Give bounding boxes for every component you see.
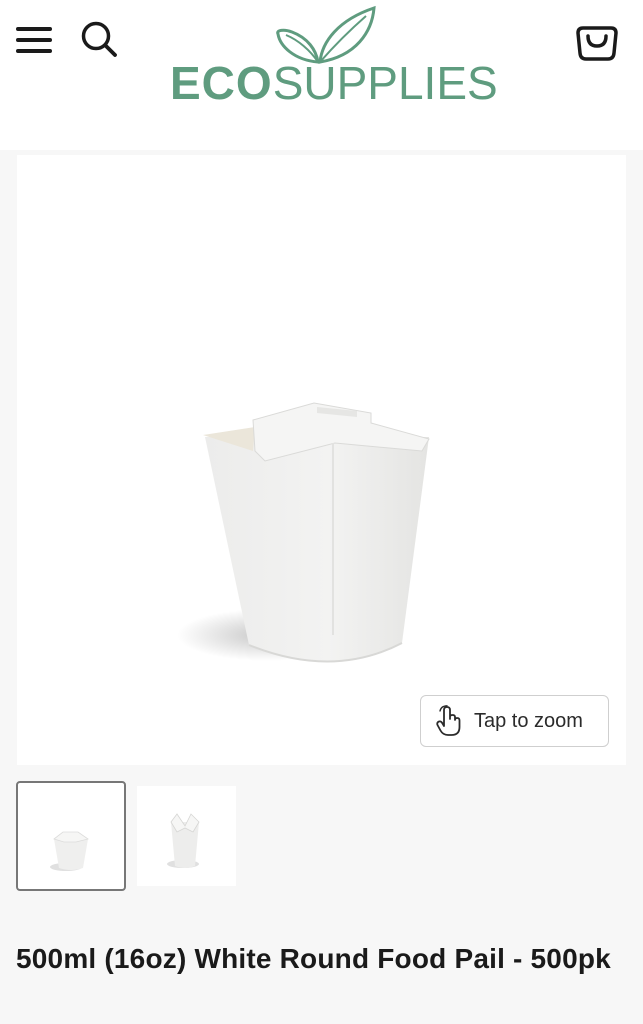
logo-text-light: SUPPLIES	[272, 57, 498, 109]
logo-text-bold: ECO	[170, 57, 273, 109]
product-image-food-pail	[177, 402, 430, 663]
menu-button[interactable]	[14, 22, 54, 56]
cart-button[interactable]	[574, 18, 620, 64]
eco-supplies-logo[interactable]: ECOSUPPLIES	[170, 2, 498, 109]
site-header: ECOSUPPLIES	[0, 0, 643, 150]
product-thumbnail-2[interactable]	[137, 786, 236, 886]
logo-wordmark: ECOSUPPLIES	[170, 57, 498, 109]
menu-icon-bar	[16, 49, 52, 53]
tap-to-zoom-button[interactable]: Tap to zoom	[420, 695, 609, 747]
search-button[interactable]	[78, 18, 120, 60]
product-image-gallery[interactable]: Tap to zoom	[17, 155, 626, 765]
search-icon	[81, 21, 117, 57]
product-title: 500ml (16oz) White Round Food Pail - 500…	[16, 943, 611, 974]
product-thumbnail-1[interactable]	[16, 781, 126, 891]
tap-to-zoom-label: Tap to zoom	[474, 710, 583, 732]
menu-icon-bar	[16, 27, 52, 31]
shopping-bag-icon	[576, 26, 618, 61]
thumbnail-image-pail-closed	[50, 831, 89, 871]
tap-hand-icon	[436, 705, 461, 736]
thumbnail-image-pail-open	[167, 813, 200, 868]
menu-icon-bar	[16, 38, 52, 42]
